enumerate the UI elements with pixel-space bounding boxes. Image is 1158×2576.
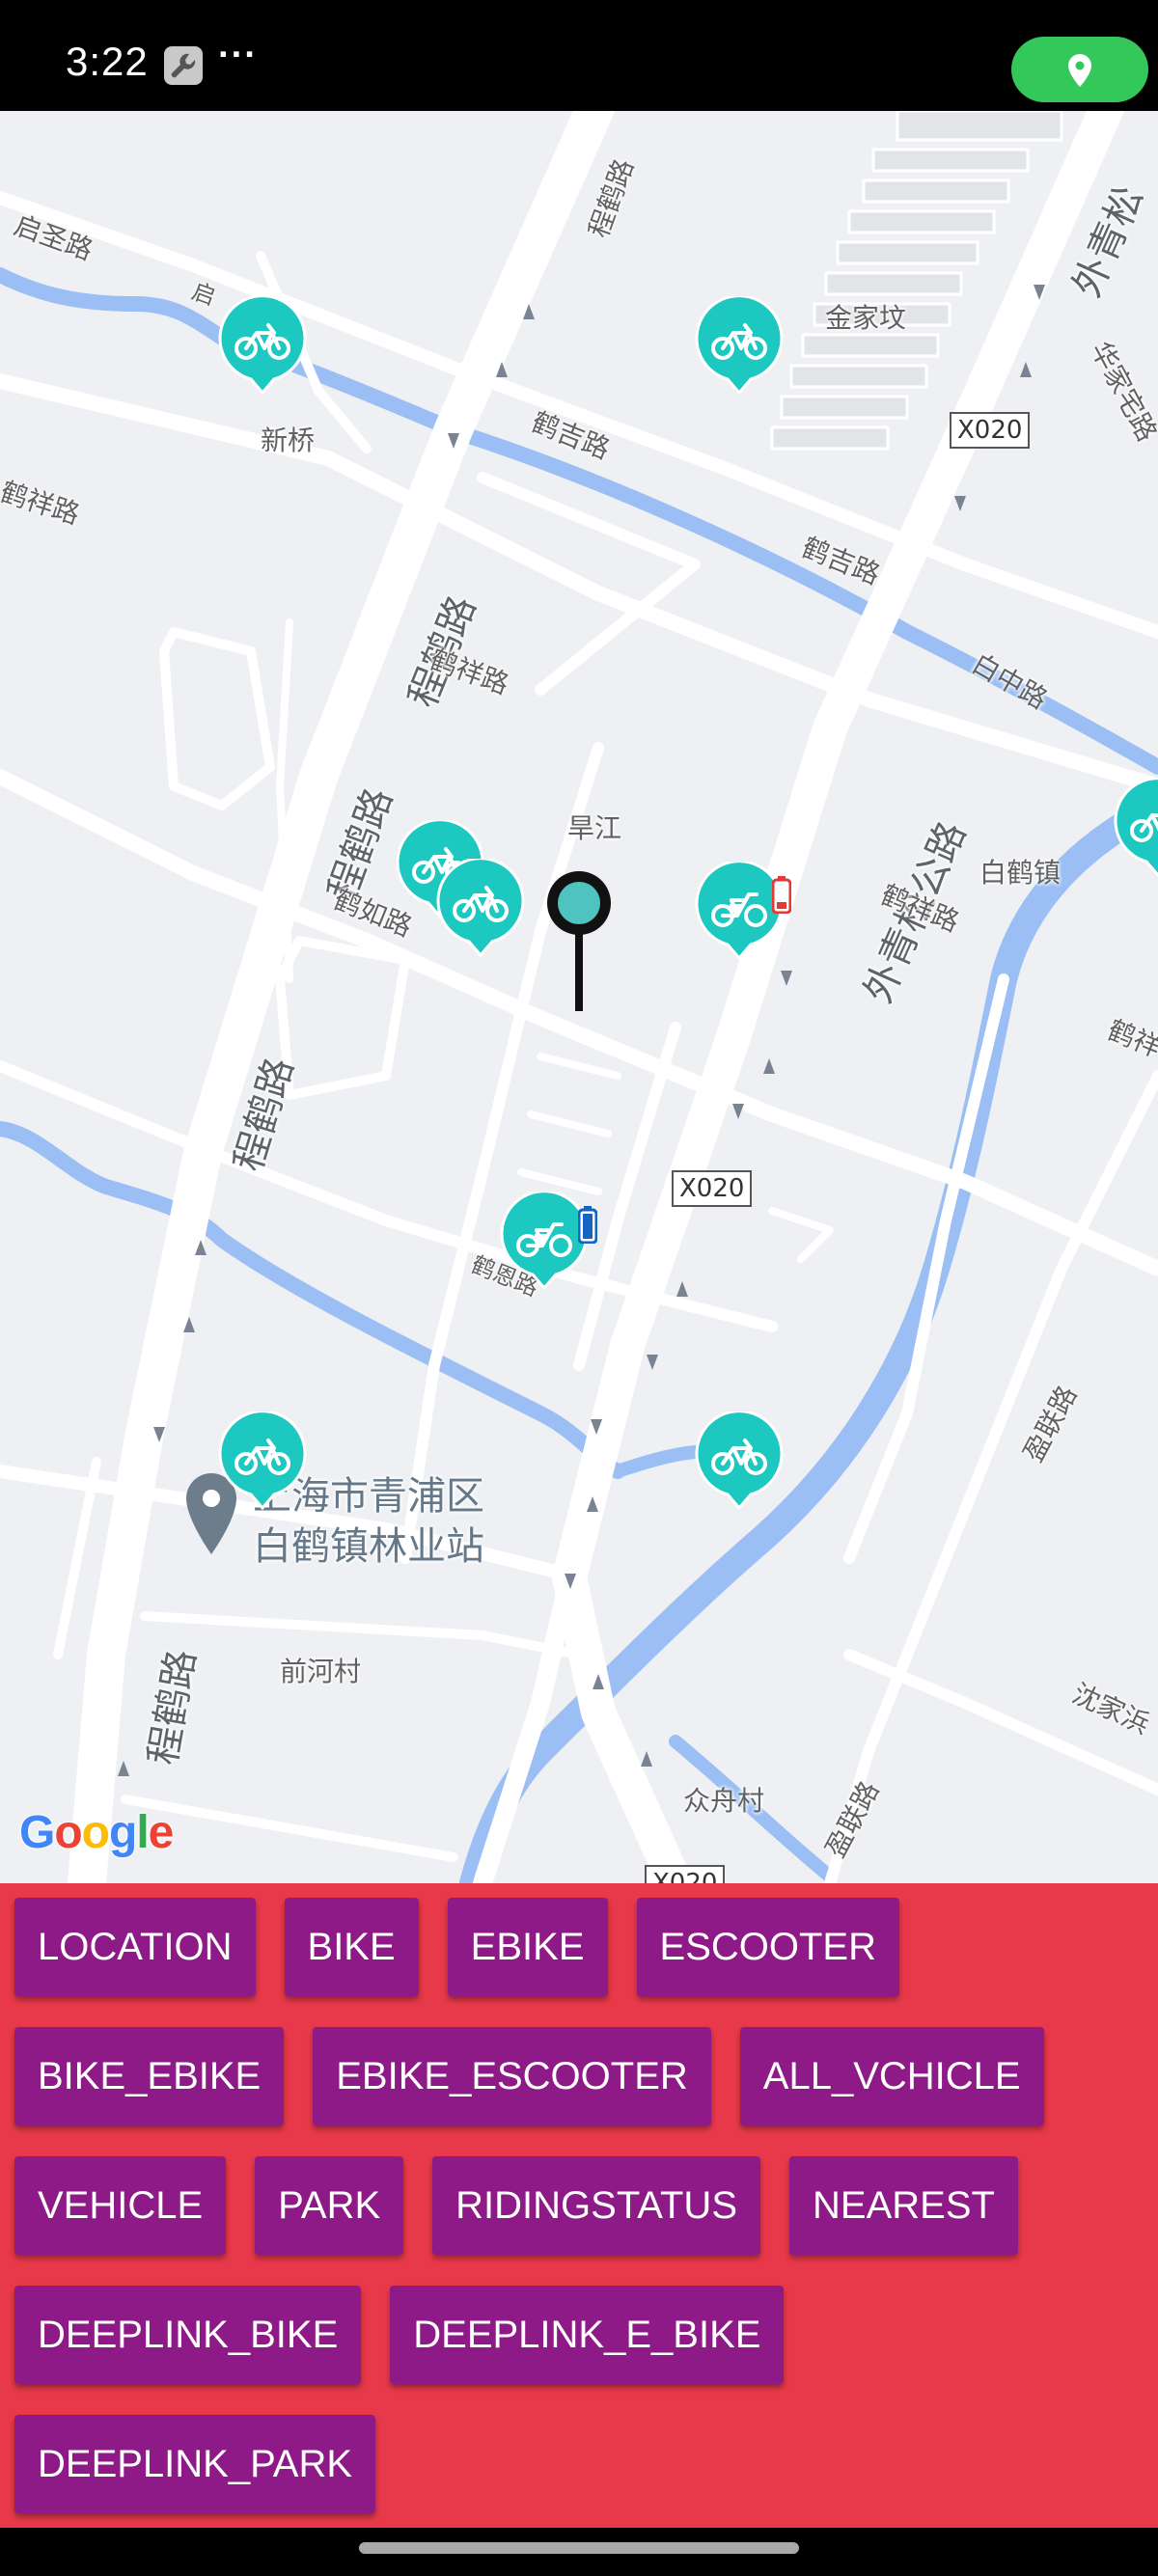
bike-marker[interactable] bbox=[693, 294, 786, 402]
button-row: VEHICLE PARK RIDINGSTATUS NEAREST bbox=[14, 2156, 1018, 2255]
road-shield: X020 bbox=[672, 1170, 753, 1207]
button-row: LOCATION BIKE EBIKE ESCOOTER bbox=[14, 1898, 899, 1996]
wrench-icon bbox=[164, 46, 203, 85]
location-pin-icon bbox=[1068, 54, 1091, 87]
location-status-pill[interactable] bbox=[1011, 37, 1148, 102]
battery-full-icon bbox=[578, 1206, 597, 1244]
button-row: DEEPLINK_BIKE DEEPLINK_E_BIKE bbox=[14, 2286, 785, 2384]
map-label: 前河村 bbox=[280, 1656, 362, 1687]
google-logo-letter: o bbox=[81, 1807, 110, 1858]
map-label: 新桥 bbox=[261, 425, 316, 456]
action-button-panel: LOCATION BIKE EBIKE ESCOOTER BIKE_EBIKE … bbox=[0, 1883, 1158, 2528]
bike-icon bbox=[218, 1410, 307, 1511]
button-row: DEEPLINK_PARK bbox=[14, 2415, 376, 2513]
nearest-button[interactable]: NEAREST bbox=[789, 2156, 1018, 2255]
map-view[interactable]: 启圣路 启 新桥 金家坟 鹤祥路 鹤吉路 鹤吉路 华家宅路 程鹤路 程鹤路 程鹤… bbox=[0, 111, 1158, 1883]
bike-marker[interactable] bbox=[434, 857, 527, 965]
google-logo-letter: o bbox=[54, 1807, 82, 1858]
google-logo-letter: g bbox=[109, 1807, 137, 1858]
battery-low-icon bbox=[772, 876, 791, 914]
location-button[interactable]: LOCATION bbox=[14, 1898, 256, 1996]
bike-icon bbox=[1114, 777, 1158, 878]
map-label: 旱江 bbox=[567, 812, 622, 844]
vehicle-button[interactable]: VEHICLE bbox=[14, 2156, 227, 2255]
bike-icon bbox=[695, 294, 784, 396]
button-row: BIKE_EBIKE EBIKE_ESCOOTER ALL_VCHICLE bbox=[14, 2027, 1044, 2125]
map-label: 金家坟 bbox=[825, 302, 907, 334]
deeplink-bike-button[interactable]: DEEPLINK_BIKE bbox=[14, 2286, 362, 2384]
road-shield: X020 bbox=[950, 412, 1031, 449]
escooter-button[interactable]: ESCOOTER bbox=[636, 1898, 899, 1996]
status-overflow-indicator: ··· bbox=[218, 35, 258, 75]
ebike-icon bbox=[500, 1190, 589, 1291]
app-screen: 3:22 ··· 启圣路 启 新桥 金家坟 鹤祥路 鹤吉路 鹤吉路 华家宅路 程… bbox=[0, 0, 1158, 2576]
deeplink-park-button[interactable]: DEEPLINK_PARK bbox=[14, 2415, 376, 2513]
bike-ebike-button[interactable]: BIKE_EBIKE bbox=[14, 2027, 285, 2125]
bike-icon bbox=[218, 294, 307, 396]
bike-icon bbox=[695, 1410, 784, 1511]
google-logo-letter: l bbox=[136, 1807, 149, 1858]
home-indicator[interactable] bbox=[359, 2542, 799, 2554]
map-label: 白鹤镇 bbox=[979, 857, 1062, 889]
google-logo-letter: G bbox=[19, 1807, 55, 1858]
status-bar: 3:22 ··· bbox=[0, 0, 1158, 111]
google-logo-letter: e bbox=[148, 1807, 175, 1858]
ebike-marker[interactable] bbox=[498, 1190, 591, 1298]
ebike-button[interactable]: EBIKE bbox=[447, 1898, 608, 1996]
park-button[interactable]: PARK bbox=[255, 2156, 404, 2255]
bike-marker[interactable] bbox=[216, 294, 309, 402]
bike-marker[interactable] bbox=[693, 1410, 786, 1518]
deeplink-e-bike-button[interactable]: DEEPLINK_E_BIKE bbox=[390, 2286, 785, 2384]
bike-icon bbox=[436, 857, 525, 958]
riding-status-button[interactable]: RIDINGSTATUS bbox=[432, 2156, 760, 2255]
bike-button[interactable]: BIKE bbox=[284, 1898, 419, 1996]
google-logo: Google bbox=[19, 1806, 175, 1859]
bike-marker[interactable] bbox=[1112, 777, 1158, 885]
road-shield: X020 bbox=[645, 1865, 726, 1883]
bike-marker[interactable] bbox=[216, 1410, 309, 1518]
map-label: 众舟村 bbox=[683, 1785, 765, 1817]
all-vehicle-button[interactable]: ALL_VCHICLE bbox=[739, 2027, 1044, 2125]
map-label: 白鹤镇林业站 bbox=[253, 1524, 484, 1569]
center-location-pin-icon bbox=[547, 871, 611, 1011]
ebike-escooter-button[interactable]: EBIKE_ESCOOTER bbox=[313, 2027, 711, 2125]
status-time: 3:22 bbox=[66, 39, 149, 84]
